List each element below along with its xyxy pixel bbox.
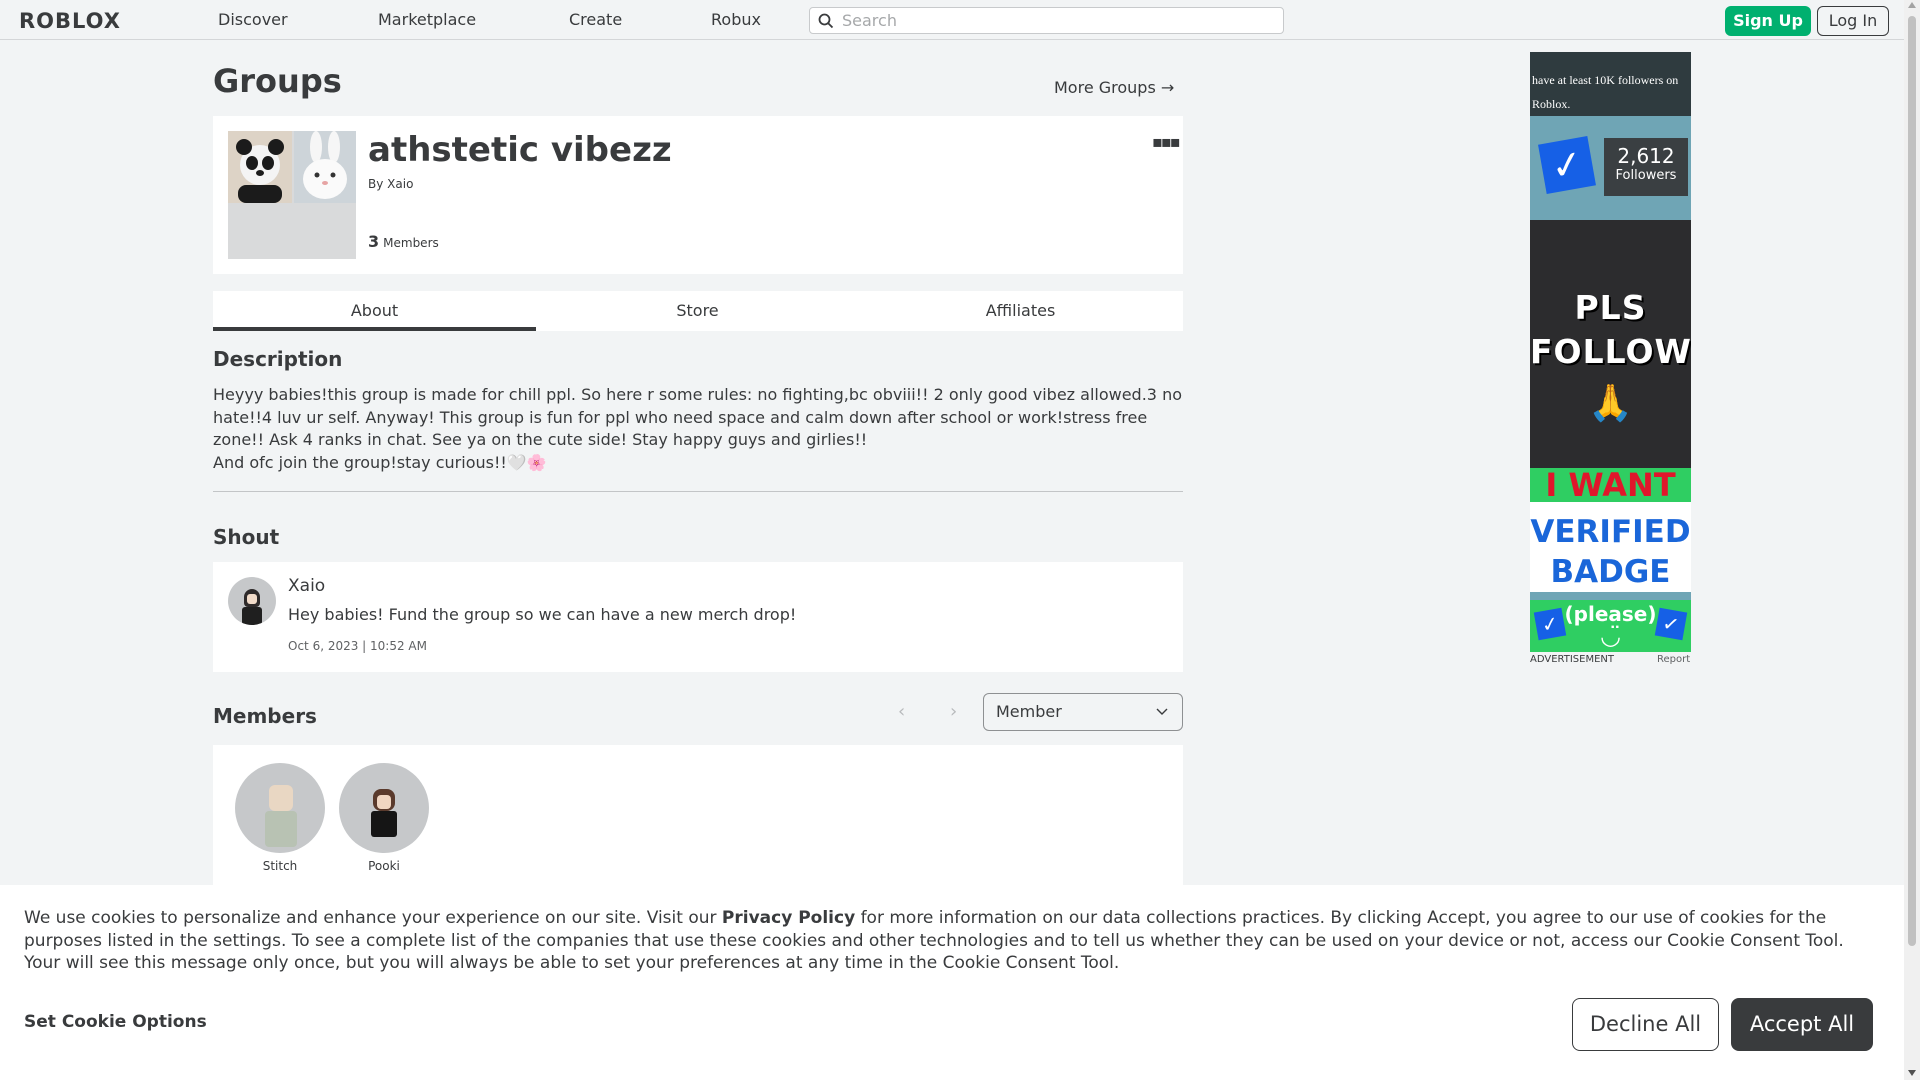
panda-image xyxy=(228,131,292,203)
role-select[interactable]: Member xyxy=(983,693,1183,731)
member-count: 3 Members xyxy=(368,232,439,251)
chevron-left-icon[interactable]: ‹ xyxy=(898,701,905,722)
verified-check-icon: ✓ xyxy=(1654,607,1688,641)
chevron-down-icon xyxy=(1156,708,1168,715)
ad-line-5: BADGE xyxy=(1550,554,1671,590)
by-label: By xyxy=(368,177,384,191)
log-in-button[interactable]: Log In xyxy=(1817,6,1889,36)
ad-follower-label: Followers xyxy=(1615,168,1677,183)
advertisement[interactable]: have at least 10K followers on Roblox. ✓… xyxy=(1530,52,1691,652)
nav-robux[interactable]: Robux xyxy=(711,10,761,29)
shout-card: Xaio Hey babies! Fund the group so we ca… xyxy=(213,562,1183,672)
avatar[interactable] xyxy=(235,763,325,853)
top-navigation: ROBLOX Discover Marketplace Create Robux… xyxy=(0,0,1904,40)
scroll-thumb[interactable] xyxy=(1908,16,1916,946)
members-card: Stitch Pooki xyxy=(213,745,1183,885)
description-body-2: And ofc join the group!stay curious!!🤍🌸 xyxy=(213,452,547,472)
member-name[interactable]: Pooki xyxy=(339,859,429,873)
ad-top-text: have at least 10K followers on Roblox. xyxy=(1532,73,1679,111)
avatar[interactable] xyxy=(228,577,276,625)
ad-headline: PLS FOLLOW xyxy=(1530,286,1691,374)
search-input[interactable] xyxy=(842,11,1262,30)
role-select-value: Member xyxy=(996,702,1062,721)
page-title: Groups xyxy=(213,62,342,100)
ad-report-link[interactable]: Report xyxy=(1657,654,1690,665)
ad-line-3: I WANT xyxy=(1545,466,1676,504)
nav-create[interactable]: Create xyxy=(569,10,622,29)
group-owner-line: By Xaio xyxy=(368,177,413,191)
chevron-right-icon[interactable]: › xyxy=(950,701,957,722)
cookie-message: We use cookies to personalize and enhanc… xyxy=(24,907,1884,975)
search-box[interactable] xyxy=(809,7,1284,34)
ad-verified-text: VERIFIED BADGE xyxy=(1530,512,1691,592)
ellipsis-icon[interactable]: ▪▪▪ xyxy=(1152,132,1180,151)
member-name[interactable]: Stitch xyxy=(235,859,325,873)
description-heading: Description xyxy=(213,347,343,371)
accept-all-button[interactable]: Accept All xyxy=(1731,998,1873,1051)
scroll-down-arrow-icon[interactable] xyxy=(1908,1070,1916,1076)
nav-discover[interactable]: Discover xyxy=(218,10,288,29)
tab-affiliates[interactable]: Affiliates xyxy=(859,291,1182,331)
description-text: Heyyy babies!this group is made for chil… xyxy=(213,384,1183,474)
tab-store[interactable]: Store xyxy=(536,291,859,331)
bunny-image xyxy=(294,131,356,203)
privacy-policy-link[interactable]: Privacy Policy xyxy=(722,908,855,928)
scroll-up-arrow-icon[interactable] xyxy=(1908,2,1916,8)
shout-timestamp: Oct 6, 2023 | 10:52 AM xyxy=(288,639,427,653)
group-header-card: athstetic vibezz By Xaio 3 Members ▪▪▪ xyxy=(213,116,1183,274)
description-body: Heyyy babies!this group is made for chil… xyxy=(213,385,1182,449)
group-tabs: About Store Affiliates xyxy=(213,291,1183,331)
section-divider xyxy=(213,491,1183,492)
member-card[interactable]: Stitch xyxy=(235,763,325,873)
shout-username[interactable]: Xaio xyxy=(288,576,325,596)
praying-hands-icon: 🙏 xyxy=(1588,383,1633,424)
nav-marketplace[interactable]: Marketplace xyxy=(378,10,476,29)
search-icon xyxy=(818,13,834,28)
ad-follower-number: 2,612 xyxy=(1617,144,1675,168)
set-cookie-options-link[interactable]: Set Cookie Options xyxy=(24,1012,207,1032)
decline-all-button[interactable]: Decline All xyxy=(1572,998,1719,1051)
group-emblem xyxy=(228,131,356,259)
more-groups-link[interactable]: More Groups → xyxy=(1054,78,1174,97)
ad-line-2: FOLLOW xyxy=(1530,332,1691,371)
avatar[interactable] xyxy=(339,763,429,853)
group-name: athstetic vibezz xyxy=(368,130,672,170)
roblox-logo[interactable]: ROBLOX xyxy=(19,9,121,33)
group-owner-link[interactable]: Xaio xyxy=(387,177,413,191)
shout-heading: Shout xyxy=(213,525,280,549)
ad-label: ADVERTISEMENT xyxy=(1530,654,1615,665)
ad-line-4: VERIFIED xyxy=(1530,514,1691,550)
member-count-label: Members xyxy=(383,236,439,250)
sign-up-button[interactable]: Sign Up xyxy=(1725,6,1811,36)
tab-about[interactable]: About xyxy=(213,291,536,331)
cookie-text-before: We use cookies to personalize and enhanc… xyxy=(24,908,722,928)
ad-line-1: PLS xyxy=(1574,288,1647,327)
members-heading: Members xyxy=(213,704,317,728)
shout-body: Hey babies! Fund the group so we can hav… xyxy=(288,605,797,624)
page-scrollbar[interactable] xyxy=(1904,0,1920,1080)
member-card[interactable]: Pooki xyxy=(339,763,429,873)
cookie-banner: We use cookies to personalize and enhanc… xyxy=(0,885,1904,1080)
member-count-number: 3 xyxy=(368,232,380,251)
ad-follower-box: 2,612 Followers xyxy=(1604,138,1688,196)
verified-check-icon: ✓ xyxy=(1538,136,1596,194)
